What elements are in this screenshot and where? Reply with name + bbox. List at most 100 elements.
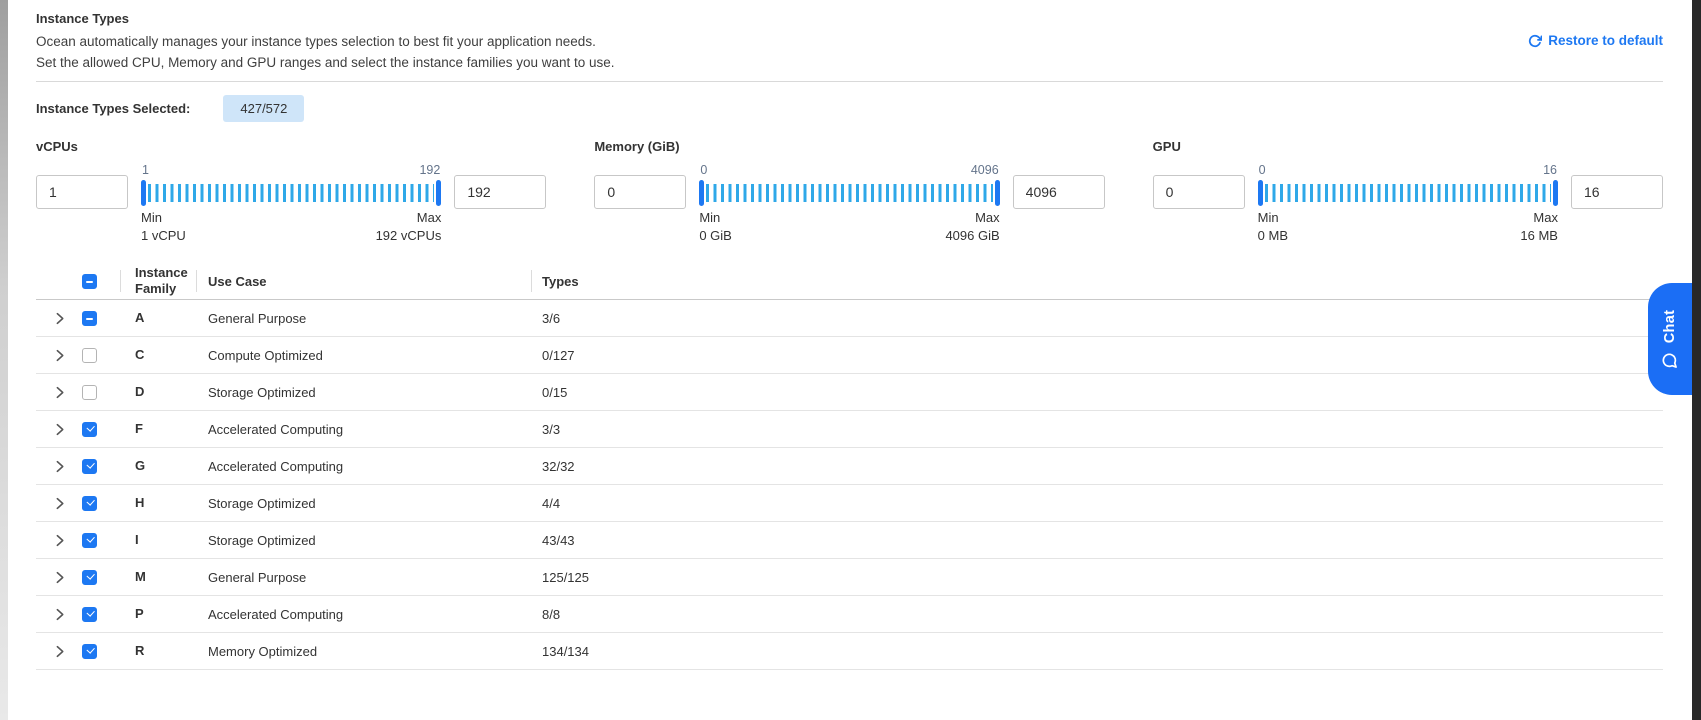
- vcpus-slider-group: vCPUs 1 192 Min: [36, 139, 546, 243]
- row-checkbox[interactable]: [82, 459, 97, 474]
- expand-row-button[interactable]: [49, 641, 69, 661]
- left-edge-strip: [0, 0, 8, 720]
- memory-min-input[interactable]: [594, 175, 686, 209]
- vcpus-max-handle[interactable]: [436, 180, 441, 206]
- row-checkbox[interactable]: [82, 385, 97, 400]
- memory-tick-marks: [706, 184, 992, 202]
- selected-count-label: Instance Types Selected:: [36, 101, 190, 116]
- table-row: F Accelerated Computing 3/3: [36, 411, 1663, 448]
- types-count-cell: 0/127: [532, 348, 1663, 363]
- instance-types-panel: Instance Types Ocean automatically manag…: [8, 0, 1692, 720]
- types-count-cell: 43/43: [532, 533, 1663, 548]
- expand-row-button[interactable]: [49, 604, 69, 624]
- row-checkbox[interactable]: [82, 422, 97, 437]
- memory-scale-labels: 0 4096: [699, 163, 999, 180]
- gpu-max-handle[interactable]: [1553, 180, 1558, 206]
- select-all-checkbox[interactable]: [82, 274, 97, 289]
- gpu-scale-max: 16: [1543, 163, 1557, 180]
- gpu-scale-labels: 0 16: [1258, 163, 1558, 180]
- vcpus-scale-max: 192: [419, 163, 440, 180]
- expand-row-button[interactable]: [49, 456, 69, 476]
- vcpus-tick-marks: [148, 184, 434, 202]
- selected-count-badge: 427/572: [223, 95, 304, 122]
- row-checkbox[interactable]: [82, 607, 97, 622]
- row-checkbox[interactable]: [82, 644, 97, 659]
- memory-slider: 0 4096 Min Max 0 GiB: [699, 163, 999, 243]
- gpu-slider-group: GPU 0 16 Min: [1153, 139, 1663, 243]
- memory-max-input[interactable]: [1013, 175, 1105, 209]
- chat-button[interactable]: Chat: [1648, 283, 1692, 395]
- chevron-right-icon: [53, 312, 66, 325]
- expand-row-button[interactable]: [49, 530, 69, 550]
- gpu-min-sub: 0 MB: [1258, 228, 1288, 243]
- expand-row-button[interactable]: [49, 308, 69, 328]
- gpu-scale-min: 0: [1259, 163, 1266, 180]
- row-checkbox[interactable]: [82, 570, 97, 585]
- row-checkbox[interactable]: [82, 496, 97, 511]
- types-count-cell: 8/8: [532, 607, 1663, 622]
- expand-row-button[interactable]: [49, 419, 69, 439]
- types-count-cell: 0/15: [532, 385, 1663, 400]
- types-count-cell: 125/125: [532, 570, 1663, 585]
- vcpus-max-input[interactable]: [454, 175, 546, 209]
- table-body: A General Purpose 3/6 C Compute Optimize…: [36, 300, 1663, 670]
- memory-title: Memory (GiB): [594, 139, 1104, 154]
- gpu-max-input[interactable]: [1571, 175, 1663, 209]
- use-case-cell: General Purpose: [197, 570, 531, 585]
- chevron-right-icon: [53, 608, 66, 621]
- types-count-cell: 134/134: [532, 644, 1663, 659]
- instance-family-cell: H: [121, 495, 196, 511]
- gpu-sub-captions: 0 MB 16 MB: [1258, 228, 1558, 243]
- instance-family-cell: I: [121, 532, 196, 548]
- vcpus-min-sub: 1 vCPU: [141, 228, 186, 243]
- instance-family-cell: R: [121, 643, 196, 659]
- row-checkbox[interactable]: [82, 348, 97, 363]
- memory-max-handle[interactable]: [995, 180, 1000, 206]
- expand-row-button[interactable]: [49, 493, 69, 513]
- selected-count-row: Instance Types Selected: 427/572: [36, 95, 1663, 122]
- range-sliders-section: vCPUs 1 192 Min: [36, 139, 1663, 243]
- gpu-min-handle[interactable]: [1258, 180, 1263, 206]
- row-checkbox[interactable]: [82, 311, 97, 326]
- vcpus-min-input[interactable]: [36, 175, 128, 209]
- memory-min-caption: Min: [699, 210, 720, 225]
- table-row: A General Purpose 3/6: [36, 300, 1663, 337]
- gpu-range-track[interactable]: [1258, 180, 1558, 206]
- table-row: H Storage Optimized 4/4: [36, 485, 1663, 522]
- description: Ocean automatically manages your instanc…: [36, 31, 615, 73]
- column-header-use-case: Use Case: [197, 274, 531, 289]
- memory-min-sub: 0 GiB: [699, 228, 732, 243]
- memory-min-handle[interactable]: [699, 180, 704, 206]
- memory-sub-captions: 0 GiB 4096 GiB: [699, 228, 999, 243]
- section-header: Instance Types Ocean automatically manag…: [36, 10, 1663, 73]
- use-case-cell: Compute Optimized: [197, 348, 531, 363]
- chevron-right-icon: [53, 349, 66, 362]
- chevron-right-icon: [53, 423, 66, 436]
- vcpus-min-handle[interactable]: [141, 180, 146, 206]
- header-divider: [36, 81, 1663, 82]
- table-row: G Accelerated Computing 32/32: [36, 448, 1663, 485]
- restore-to-default-button[interactable]: Restore to default: [1528, 33, 1663, 48]
- chat-button-content: Chat: [1662, 309, 1679, 368]
- table-row: R Memory Optimized 134/134: [36, 633, 1663, 670]
- use-case-cell: Accelerated Computing: [197, 422, 531, 437]
- use-case-cell: Accelerated Computing: [197, 459, 531, 474]
- page-title: Instance Types: [36, 10, 615, 26]
- gpu-min-caption: Min: [1258, 210, 1279, 225]
- chevron-right-icon: [53, 571, 66, 584]
- expand-row-button[interactable]: [49, 382, 69, 402]
- refresh-icon: [1528, 34, 1542, 48]
- vcpus-minmax-captions: Min Max: [141, 210, 441, 225]
- expand-row-button[interactable]: [49, 567, 69, 587]
- gpu-min-input[interactable]: [1153, 175, 1245, 209]
- gpu-minmax-captions: Min Max: [1258, 210, 1558, 225]
- instance-family-cell: M: [121, 569, 196, 585]
- description-line-2: Set the allowed CPU, Memory and GPU rang…: [36, 52, 615, 73]
- vcpus-range-track[interactable]: [141, 180, 441, 206]
- row-checkbox[interactable]: [82, 533, 97, 548]
- memory-range-track[interactable]: [699, 180, 999, 206]
- table-header: Instance Family Use Case Types: [36, 263, 1663, 300]
- expand-row-button[interactable]: [49, 345, 69, 365]
- types-count-cell: 3/6: [532, 311, 1663, 326]
- types-count-cell: 3/3: [532, 422, 1663, 437]
